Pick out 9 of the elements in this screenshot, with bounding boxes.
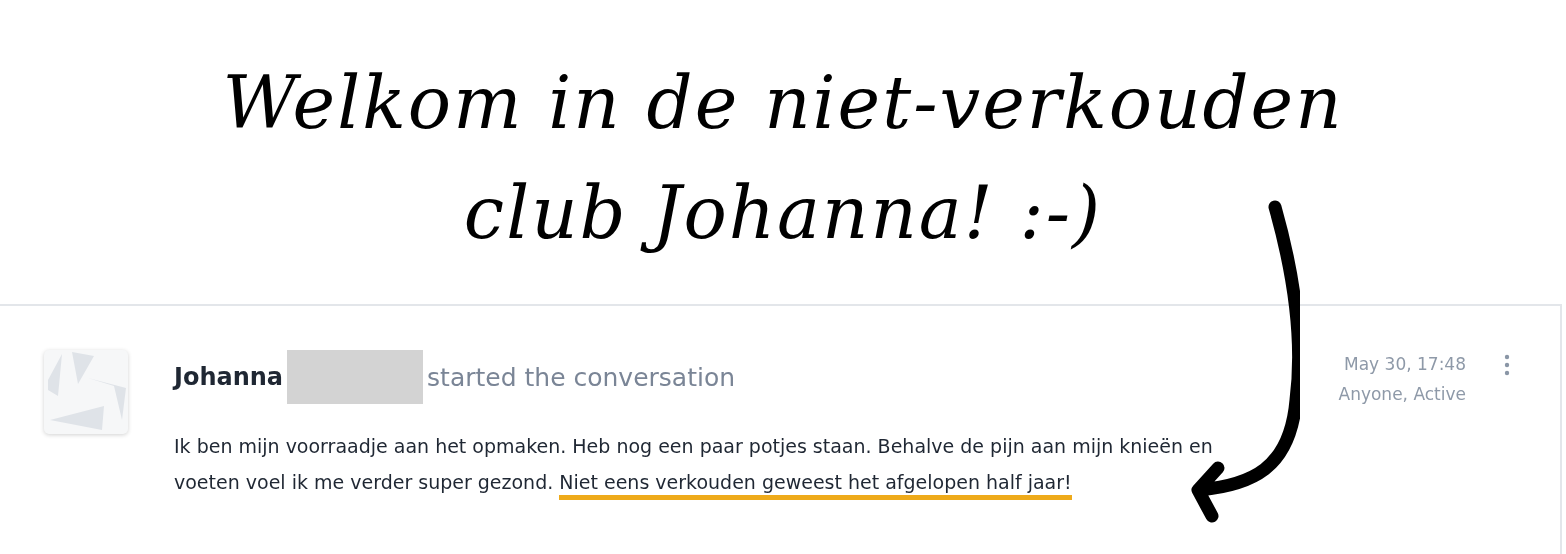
audience-text: Anyone, Active	[1338, 384, 1466, 404]
action-text: started the conversation	[427, 362, 736, 392]
author-name[interactable]: Johanna	[174, 363, 284, 391]
post-text: Ik ben mijn voorraadje aan het opmaken. Heb nog een paar potjes staan. Behalve de pijn aan mijn knieën en voeten voel ik me verder super gezond. Niet eens verkouden geweest het afgelopen half jaar!	[174, 428, 1274, 500]
handwritten-title: Welkom in de niet-verkouden	[222, 60, 1344, 147]
handwritten-title: club Johanna! :-)	[463, 170, 1103, 257]
more-icon[interactable]	[1504, 354, 1510, 376]
avatar-icon	[44, 350, 128, 434]
post-time: May 30, 17:48	[1344, 354, 1466, 374]
